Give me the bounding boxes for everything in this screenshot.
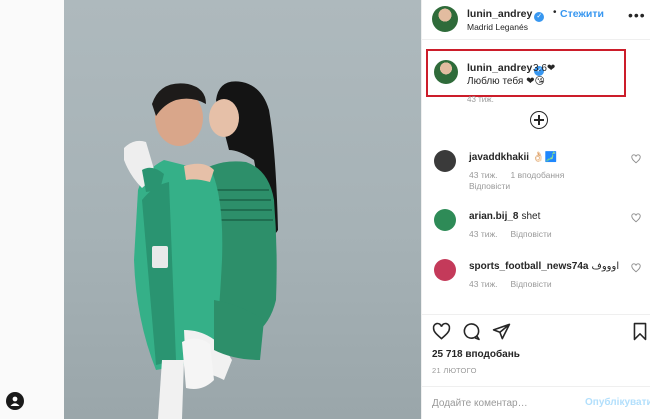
comment-item: javaddkhakii 👌🏻🗾 43 тиж. 1 вподобання Відп… (422, 150, 650, 191)
user-icon (10, 396, 20, 406)
comment-meta: 43 тиж. Відповісти (469, 279, 565, 289)
reply-button[interactable]: Відповісти (469, 181, 510, 191)
post-details-panel: lunin_andrey ✓ • Стежити Madrid Leganés •… (421, 0, 650, 419)
commenter-avatar[interactable] (434, 259, 456, 281)
post-date[interactable]: 21 ЛЮТОГО (432, 366, 477, 375)
header-separator: • (553, 7, 557, 18)
couple-photo-illustration (124, 81, 278, 419)
comment-input[interactable] (432, 395, 582, 411)
comment-like-icon[interactable] (631, 213, 641, 223)
author-username[interactable]: lunin_andrey ✓ (467, 8, 545, 22)
comment-meta: 43 тиж. 1 вподобання (469, 170, 577, 180)
caption-timestamp[interactable]: 43 тиж. (467, 95, 494, 104)
comment-time[interactable]: 43 тиж. (469, 279, 498, 289)
caption-text-line2: Люблю тебя ❤😘 (467, 76, 545, 87)
post-location[interactable]: Madrid Leganés (467, 22, 528, 32)
load-more-comments-button[interactable] (530, 111, 548, 129)
commenter-username: arian.bij_8 shet (469, 211, 541, 222)
commenter-avatar[interactable] (434, 209, 456, 231)
reply-button[interactable]: Відповісти (511, 279, 552, 289)
paper-plane-icon[interactable] (492, 322, 511, 341)
action-bar (422, 314, 650, 344)
comment-like-icon[interactable] (631, 263, 641, 273)
heart-outline-icon[interactable] (432, 322, 451, 341)
commenter-username: sports_football_news74a اوووف (469, 261, 620, 272)
comment-item: arian.bij_8 shet 43 тиж. Відповісти (422, 209, 650, 249)
profile-avatar[interactable] (6, 392, 24, 410)
commenter-username: javaddkhakii 👌🏻🗾 (469, 152, 557, 163)
add-comment-bar: Опублікувати (422, 386, 650, 419)
comment-text: اوووف (591, 261, 620, 272)
comment-text: shet (521, 211, 541, 222)
caption-author-avatar[interactable] (434, 60, 458, 84)
comment-meta: 43 тиж. Відповісти (469, 229, 565, 239)
author-avatar[interactable] (432, 6, 458, 32)
comment-bubble-icon[interactable] (462, 322, 481, 341)
post-photo[interactable] (64, 0, 421, 419)
page-left-gutter (0, 0, 64, 419)
bookmark-icon[interactable] (632, 322, 648, 341)
likes-count[interactable]: 25 718 вподобань (432, 349, 520, 360)
verified-badge-icon: ✓ (534, 12, 545, 22)
more-dots-icon[interactable]: ••• (628, 7, 646, 23)
comment-time[interactable]: 43 тиж. (469, 229, 498, 239)
publish-button[interactable]: Опублікувати (585, 397, 650, 408)
post-header: lunin_andrey ✓ • Стежити Madrid Leganés •… (422, 0, 650, 40)
comment-text: 👌🏻🗾 (532, 152, 557, 163)
comment-likes[interactable]: 1 вподобання (511, 170, 565, 180)
comment-like-icon[interactable] (631, 154, 641, 164)
caption-text-line1: 3.6❤ (533, 63, 556, 74)
reply-button[interactable]: Відповісти (511, 229, 552, 239)
follow-button[interactable]: Стежити (560, 8, 604, 20)
comment-time[interactable]: 43 тиж. (469, 170, 498, 180)
commenter-avatar[interactable] (434, 150, 456, 172)
comment-item: sports_football_news74a اوووف 43 тиж. Відп… (422, 259, 650, 299)
